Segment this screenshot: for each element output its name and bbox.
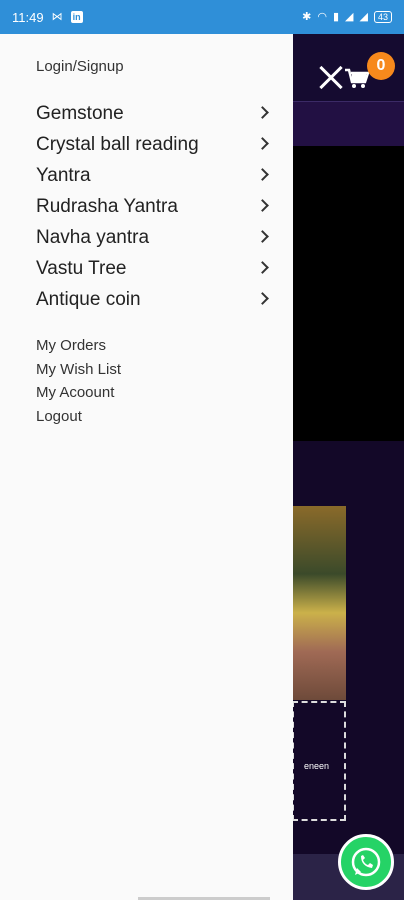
navigation-drawer: Login/Signup Gemstone Crystal ball readi… xyxy=(0,34,293,900)
chevron-right-icon xyxy=(256,292,269,305)
menu-item-vastu-tree[interactable]: Vastu Tree xyxy=(0,253,293,284)
account-menu: My Orders My Wish List My Acoount Logout xyxy=(36,334,121,428)
wifi-icon: ◠ xyxy=(317,10,327,23)
cart-icon[interactable] xyxy=(344,68,370,90)
chevron-right-icon xyxy=(256,230,269,243)
chevron-right-icon xyxy=(256,199,269,212)
logout-link[interactable]: Logout xyxy=(36,405,121,429)
menu-item-rudrasha-yantra[interactable]: Rudrasha Yantra xyxy=(0,191,293,222)
whatsapp-icon xyxy=(351,847,381,877)
menu-item-navha-yantra[interactable]: Navha yantra xyxy=(0,222,293,253)
status-bar: 11:49 ⋈ in ✱ ◠ ▮ ◢ ◢ 43 xyxy=(0,0,404,34)
menu-item-label: Rudrasha Yantra xyxy=(36,195,178,217)
battery-icon: 43 xyxy=(373,11,392,23)
status-time: 11:49 xyxy=(12,9,44,25)
category-menu: Gemstone Crystal ball reading Yantra Rud… xyxy=(0,98,293,315)
my-orders-link[interactable]: My Orders xyxy=(36,334,121,358)
signal-icon-2: ◢ xyxy=(359,10,368,23)
chevron-right-icon xyxy=(256,106,269,119)
chevron-right-icon xyxy=(256,261,269,274)
whatsapp-button[interactable] xyxy=(338,834,394,890)
menu-item-yantra[interactable]: Yantra xyxy=(0,160,293,191)
my-account-link[interactable]: My Acoount xyxy=(36,381,121,405)
volte-icon: ▮ xyxy=(332,10,340,23)
menu-item-label: Crystal ball reading xyxy=(36,133,199,155)
product-image[interactable] xyxy=(292,506,346,700)
menu-item-crystal-ball-reading[interactable]: Crystal ball reading xyxy=(0,129,293,160)
menu-item-gemstone[interactable]: Gemstone xyxy=(0,98,293,129)
signal-icon: ◢ xyxy=(345,10,354,23)
menu-item-label: Vastu Tree xyxy=(36,257,127,279)
menu-item-label: Gemstone xyxy=(36,102,124,124)
linkedin-icon: in xyxy=(70,11,83,23)
my-wish-list-link[interactable]: My Wish List xyxy=(36,358,121,382)
login-signup-link[interactable]: Login/Signup xyxy=(36,58,124,75)
link-icon: ⋈ xyxy=(51,10,63,23)
bluetooth-icon: ✱ xyxy=(302,10,312,23)
close-icon[interactable] xyxy=(318,64,344,90)
menu-item-label: Navha yantra xyxy=(36,226,150,248)
menu-item-label: Yantra xyxy=(36,164,91,186)
chevron-right-icon xyxy=(256,137,269,150)
promo-card-text: eneen xyxy=(304,761,330,771)
cart-badge: 0 xyxy=(367,52,395,80)
menu-item-label: Antique coin xyxy=(36,288,141,310)
menu-item-antique-coin[interactable]: Antique coin xyxy=(0,284,293,315)
promo-card[interactable]: eneen xyxy=(292,701,346,821)
chevron-right-icon xyxy=(256,168,269,181)
